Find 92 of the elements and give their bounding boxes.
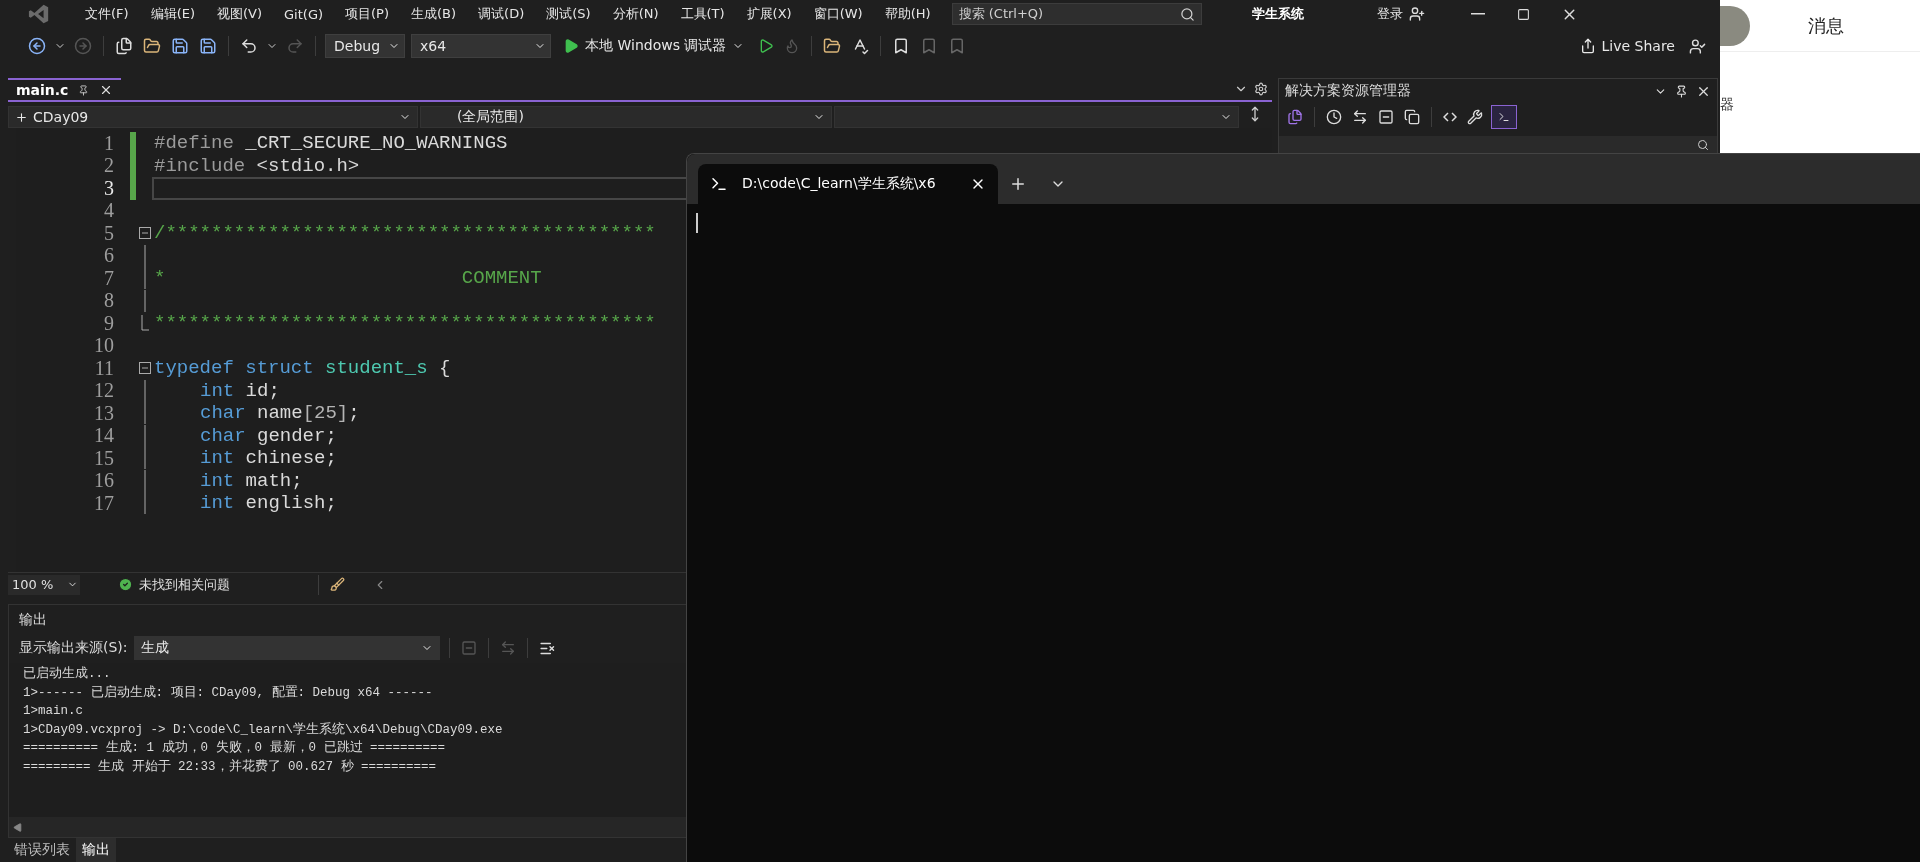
settings-icon[interactable] (1254, 82, 1268, 96)
menu-item[interactable]: 工具(T) (669, 5, 736, 23)
terminal-icon (710, 175, 728, 193)
issues-status[interactable]: 未找到相关问题 (139, 575, 230, 594)
sidebar-text: 器 (1720, 96, 1735, 114)
sign-in-link[interactable]: 登录 (1376, 5, 1403, 23)
code-line: #include <stdio.h> (154, 154, 360, 177)
menu-item[interactable]: 项目(P) (334, 5, 400, 23)
plus-icon (1009, 175, 1027, 193)
line-number: 6 (103, 244, 114, 268)
pin-icon[interactable] (1675, 84, 1688, 98)
output-line: ========= 生成 开始于 22:33，并花费了 00.627 秒 ========== (23, 758, 438, 776)
project-dropdown[interactable]: CDay09 (8, 106, 418, 128)
line-number: 8 (103, 289, 114, 313)
panel-tab[interactable]: 错误列表 (8, 838, 76, 862)
messages-link[interactable]: 消息 (1808, 13, 1844, 38)
maximize-icon (1517, 7, 1531, 21)
share-icon (1579, 38, 1596, 54)
output-line: 已启动生成... (23, 665, 112, 683)
code-line: int math; (200, 469, 303, 492)
live-share-button[interactable]: Live Share (1573, 37, 1681, 55)
line-number: 10 (93, 334, 114, 358)
scroll-left-icon[interactable] (13, 822, 22, 832)
solution-name: 学生系统 (1251, 5, 1305, 23)
panel-title: 解决方案资源管理器 (1285, 82, 1412, 100)
collapse-icon[interactable] (139, 362, 151, 375)
menu-item[interactable]: 测试(S) (535, 5, 602, 23)
menu-item[interactable]: 帮助(H) (873, 5, 942, 23)
search-field[interactable]: 搜索 (Ctrl+Q) (951, 3, 1202, 25)
panel-tab[interactable]: 输出 (76, 838, 116, 862)
code-line: /******************************************* (154, 222, 656, 245)
line-number: 9 (103, 311, 114, 335)
output-line: 1>CDay09.vcxproj -> D:\code\C_learn\学生系统\x64\Debug\CDay09.exe (23, 721, 504, 739)
line-number: 15 (93, 446, 114, 470)
output-line: 1>------ 已启动生成: 项目: CDay09, 配置: Debug x64 ------ (23, 684, 434, 702)
menu-item[interactable]: 窗口(W) (802, 5, 874, 23)
menu-item[interactable]: Git(G) (273, 6, 335, 22)
line-number: 3 (103, 176, 114, 200)
line-number: 7 (103, 266, 114, 290)
minimize-icon (1470, 13, 1485, 15)
line-number: 13 (93, 401, 114, 425)
play-icon (563, 38, 579, 54)
zoom-dropdown[interactable]: 100 % (8, 574, 80, 595)
platform-dropdown[interactable]: x64 (411, 34, 551, 58)
preview-toggle-button[interactable] (1491, 105, 1517, 129)
panel-title: 输出 (18, 610, 48, 629)
line-number: 12 (93, 379, 114, 403)
menu-item[interactable]: 调试(D) (467, 5, 536, 23)
code-line: char gender; (200, 424, 337, 447)
line-number: 16 (93, 469, 114, 493)
menu-item[interactable]: 文件(F) (74, 5, 140, 23)
line-number: 17 (93, 491, 114, 515)
code-line: * COMMENT (154, 267, 542, 290)
search-icon (1697, 138, 1709, 151)
terminal-tab[interactable]: D:\code\C_learn\学生系统\x6 (698, 164, 998, 204)
collapse-icon[interactable] (139, 227, 151, 240)
code-line: typedef struct student_s { (154, 357, 451, 380)
start-debugging-button[interactable]: 本地 Windows 调试器 (557, 36, 751, 56)
line-number: 5 (103, 221, 114, 245)
code-line: #define _CRT_SECURE_NO_WARNINGS (154, 132, 508, 155)
source-label: 显示输出来源(S): (19, 639, 128, 657)
menu-item[interactable]: 生成(B) (400, 5, 468, 23)
menu-item[interactable]: 视图(V) (206, 5, 274, 23)
project-icon (15, 110, 28, 124)
search-icon (1179, 6, 1195, 22)
menu-item[interactable]: 编辑(E) (139, 5, 206, 23)
code-line: char name[25]; (200, 402, 360, 425)
output-line: 1>main.c (23, 703, 84, 720)
pin-icon[interactable] (78, 84, 90, 96)
line-number: 1 (103, 131, 114, 155)
app-logo-icon (28, 3, 50, 25)
output-line: ========== 生成: 1 成功，0 失败，0 最新，0 已跳过 ========== (23, 739, 447, 757)
scope-dropdown[interactable]: (全局范围) (420, 106, 832, 128)
menu-item[interactable]: 扩展(X) (735, 5, 803, 23)
avatar-placeholder (1720, 5, 1750, 46)
search-field[interactable] (1279, 136, 1717, 153)
user-icon[interactable] (1408, 6, 1425, 22)
text-cursor (696, 213, 698, 233)
check-icon (118, 577, 133, 592)
line-number: 4 (103, 199, 114, 223)
fold-end-line (141, 315, 149, 332)
line-number: 2 (103, 154, 114, 178)
code-line: int english; (200, 492, 337, 515)
code-line: ******************************************** (154, 312, 656, 335)
line-number: 11 (93, 356, 114, 380)
menu-item[interactable]: 分析(N) (601, 5, 670, 23)
code-line: int chinese; (200, 447, 337, 470)
configuration-dropdown[interactable]: Debug (325, 34, 405, 58)
line-number: 14 (93, 424, 114, 448)
code-line: int id; (200, 379, 280, 402)
output-source-dropdown[interactable]: 生成 (133, 636, 440, 660)
brush-icon[interactable] (330, 577, 345, 592)
